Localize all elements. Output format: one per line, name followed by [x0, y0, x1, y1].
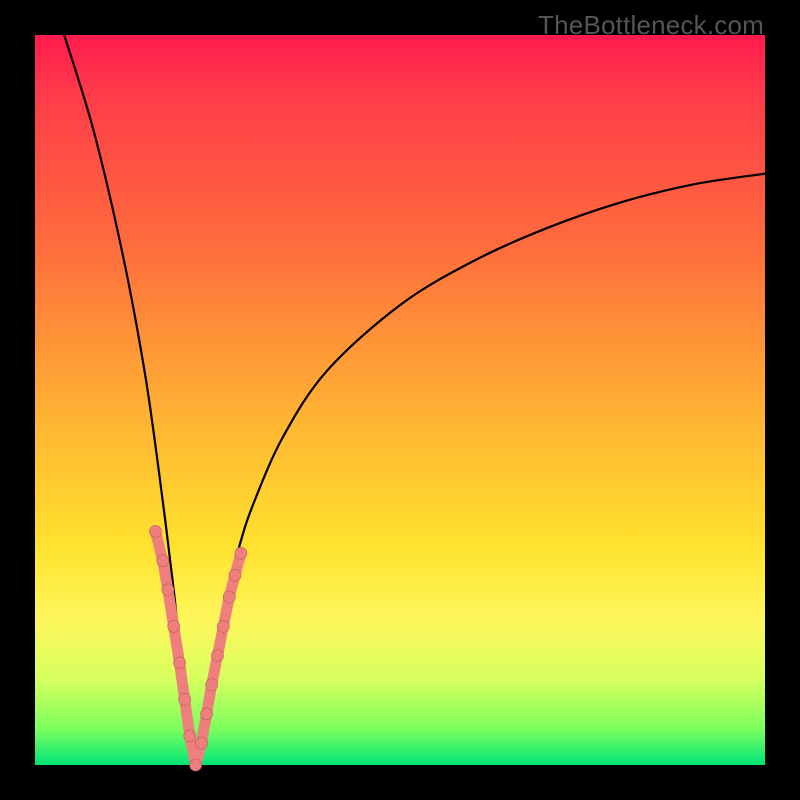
plot-area [35, 35, 765, 765]
curve-svg [35, 35, 765, 765]
highlight-node [190, 759, 202, 771]
highlight-node [174, 657, 186, 669]
highlight-node [195, 737, 207, 749]
highlight-node [157, 555, 169, 567]
highlight-node [229, 569, 241, 581]
highlight-node [212, 650, 224, 662]
highlight-nodes-group [149, 525, 246, 771]
highlight-node [184, 730, 196, 742]
highlight-node [206, 679, 218, 691]
highlight-node [179, 693, 191, 705]
bottleneck-curve [64, 35, 765, 765]
highlight-node [235, 547, 247, 559]
outer-frame: TheBottleneck.com [0, 0, 800, 800]
highlight-node [223, 591, 235, 603]
highlight-node [149, 525, 161, 537]
highlight-node [217, 620, 229, 632]
highlight-node [168, 620, 180, 632]
highlight-node [201, 708, 213, 720]
highlight-node [162, 584, 174, 596]
